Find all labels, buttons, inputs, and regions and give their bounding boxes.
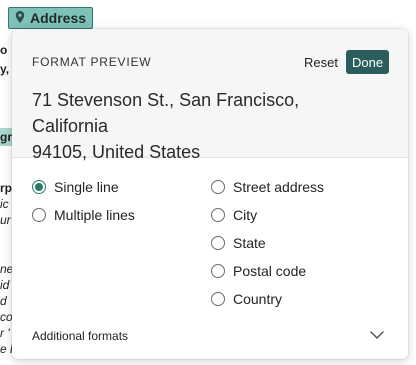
option-label: City <box>233 207 258 223</box>
reset-button[interactable]: Reset <box>298 50 344 74</box>
radio-checked[interactable] <box>32 180 46 194</box>
radio-unchecked[interactable] <box>211 208 225 222</box>
bg-text-fragment: e l <box>0 342 13 356</box>
format-preview-section: FORMAT PREVIEW Reset Done 71 Stevenson S… <box>12 29 408 162</box>
option-single-line[interactable]: Single line <box>32 179 119 195</box>
bg-text-fragment: o <box>0 43 8 57</box>
radio-unchecked[interactable] <box>211 236 225 250</box>
radio-unchecked[interactable] <box>211 264 225 278</box>
bg-text-fragment: ic <box>0 197 9 211</box>
address-format-popover: FORMAT PREVIEW Reset Done 71 Stevenson S… <box>12 29 408 359</box>
option-postal-code[interactable]: Postal code <box>211 263 306 279</box>
option-country[interactable]: Country <box>211 291 282 307</box>
option-label: Country <box>233 291 283 307</box>
option-multiple-lines[interactable]: Multiple lines <box>32 207 135 223</box>
address-preview-text: 71 Stevenson St., San Francisco, Califor… <box>32 87 372 165</box>
address-preview-line: 71 Stevenson St., San Francisco, Califor… <box>32 90 300 136</box>
bg-text-fragment: co <box>0 310 13 324</box>
format-options: Single line Multiple lines Street addres… <box>12 158 408 308</box>
option-city[interactable]: City <box>211 207 257 223</box>
bg-text-fragment: d <box>0 294 7 308</box>
format-preview-title: FORMAT PREVIEW <box>32 55 152 69</box>
address-chip[interactable]: Address <box>8 7 94 29</box>
additional-formats-label: Additional formats <box>32 329 129 343</box>
bg-text-fragment: id <box>0 278 10 292</box>
option-state[interactable]: State <box>211 235 266 251</box>
option-label: Multiple lines <box>54 207 135 223</box>
option-street-address[interactable]: Street address <box>211 179 324 195</box>
option-label: Street address <box>233 179 325 195</box>
done-button[interactable]: Done <box>346 50 389 74</box>
map-pin-icon <box>15 10 25 26</box>
radio-unchecked[interactable] <box>32 208 46 222</box>
bg-text-fragment: rp <box>0 181 12 195</box>
address-chip-label: Address <box>30 10 87 26</box>
additional-formats-toggle[interactable]: Additional formats <box>12 319 408 353</box>
bg-text-fragment: y, <box>0 62 10 76</box>
option-label: Single line <box>54 179 119 195</box>
radio-unchecked[interactable] <box>211 180 225 194</box>
bg-highlight-fragment: gr <box>0 128 12 146</box>
option-label: Postal code <box>233 263 307 279</box>
bg-text-fragment: ur <box>0 213 11 227</box>
radio-unchecked[interactable] <box>211 292 225 306</box>
option-label: State <box>233 235 266 251</box>
bg-text-fragment: r ' <box>0 326 10 340</box>
chevron-down-icon[interactable] <box>370 327 384 345</box>
